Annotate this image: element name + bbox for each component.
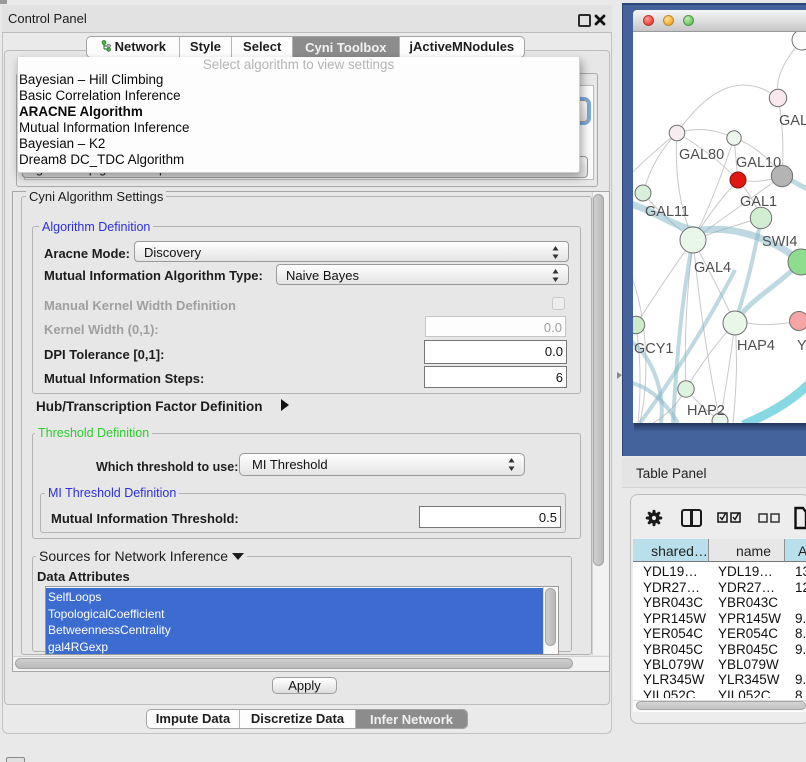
svg-text:GAL10: GAL10 [736,155,781,171]
svg-text:GAL11: GAL11 [645,204,689,220]
svg-text:GAL4: GAL4 [694,260,731,276]
svg-text:GAL80: GAL80 [679,147,724,163]
svg-text:HAP2: HAP2 [687,403,725,419]
svg-text:Y: Y [797,338,806,354]
svg-text:GAL7: GAL7 [779,113,806,129]
svg-text:GCY1: GCY1 [634,341,674,357]
svg-text:SWI4: SWI4 [762,234,797,250]
svg-text:HAP4: HAP4 [737,338,775,354]
svg-text:GAL1: GAL1 [740,194,777,210]
